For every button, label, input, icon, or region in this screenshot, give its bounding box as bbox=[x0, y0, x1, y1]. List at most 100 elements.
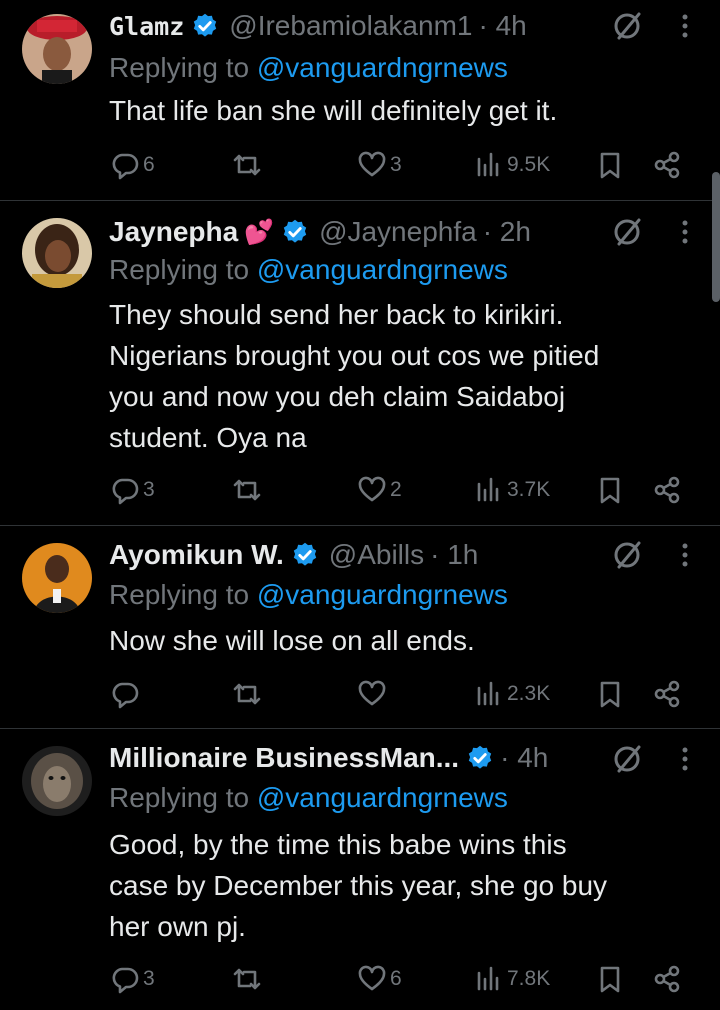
views-button[interactable]: 7.8K bbox=[474, 959, 550, 999]
avatar[interactable] bbox=[22, 218, 92, 288]
like-icon bbox=[358, 151, 386, 177]
replying-to: Replying to @vanguardngrnews bbox=[109, 782, 508, 814]
display-name[interactable]: Jaynepha bbox=[109, 216, 238, 248]
bookmark-button[interactable] bbox=[595, 959, 625, 999]
grok-icon[interactable] bbox=[611, 215, 645, 249]
mention-link[interactable]: @vanguardngrnews bbox=[257, 782, 508, 813]
tweet-text: Good, by the time this babe wins this ca… bbox=[109, 829, 608, 942]
action-bar: 2.3K bbox=[0, 674, 720, 714]
retweet-icon bbox=[233, 154, 261, 176]
like-button[interactable]: 3 bbox=[357, 145, 402, 185]
reply-button[interactable]: 3 bbox=[110, 470, 155, 510]
mention-link[interactable]: @vanguardngrnews bbox=[257, 52, 508, 83]
reply-icon bbox=[112, 478, 139, 505]
retweet-icon bbox=[233, 683, 261, 705]
tweet-header: Jaynepha 💕 @Jaynephfa · 2h bbox=[109, 214, 531, 250]
reply-icon bbox=[112, 682, 139, 709]
reply-count: 3 bbox=[143, 967, 155, 990]
reply-button[interactable]: 6 bbox=[110, 145, 155, 185]
replying-label: Replying to bbox=[109, 782, 250, 813]
tweet-text: They should send her back to kirikiri. N… bbox=[109, 299, 600, 453]
grok-icon[interactable] bbox=[611, 742, 645, 776]
views-count: 3.7K bbox=[507, 478, 551, 501]
tweet-text: That life ban she will definitely get it… bbox=[109, 95, 558, 126]
timestamp[interactable]: · 4h bbox=[500, 742, 548, 774]
bookmark-button[interactable] bbox=[595, 674, 625, 714]
tweet[interactable]: Ayomikun W. @Abills · 1h Replying to @va… bbox=[0, 525, 720, 728]
avatar[interactable] bbox=[22, 543, 92, 613]
tweet-header: Glamz @Irebamiolakanm1 · 4h bbox=[109, 8, 527, 44]
handle[interactable]: @Irebamiolakanm1 bbox=[229, 10, 472, 42]
views-icon bbox=[477, 681, 499, 706]
retweet-icon bbox=[233, 479, 261, 501]
replying-label: Replying to bbox=[109, 254, 250, 285]
two-hearts-icon: 💕 bbox=[244, 218, 275, 246]
reply-icon bbox=[112, 153, 139, 180]
bookmark-button[interactable] bbox=[595, 145, 625, 185]
timestamp[interactable]: · 4h bbox=[478, 10, 526, 42]
like-button[interactable] bbox=[357, 674, 390, 714]
bookmark-icon bbox=[600, 966, 620, 993]
like-button[interactable]: 2 bbox=[357, 470, 402, 510]
handle[interactable]: @Jaynephfa bbox=[319, 216, 477, 248]
retweet-button[interactable] bbox=[232, 959, 265, 999]
retweet-button[interactable] bbox=[232, 674, 265, 714]
avatar[interactable] bbox=[22, 746, 92, 816]
tweet-header: Ayomikun W. @Abills · 1h bbox=[109, 537, 478, 573]
tweet[interactable]: Millionaire BusinessMan... · 4h Replying… bbox=[0, 728, 720, 1010]
tweet-text: Now she will lose on all ends. bbox=[109, 625, 475, 656]
replying-to: Replying to @vanguardngrnews bbox=[109, 52, 508, 84]
like-button[interactable]: 6 bbox=[357, 959, 402, 999]
like-icon bbox=[358, 680, 386, 706]
scrollbar[interactable] bbox=[712, 172, 720, 302]
views-count: 7.8K bbox=[507, 967, 551, 990]
action-bar: 6 3 9.5K bbox=[0, 145, 720, 185]
more-icon[interactable] bbox=[672, 742, 698, 776]
action-bar: 3 6 7.8K bbox=[0, 959, 720, 999]
display-name[interactable]: Millionaire BusinessMan... bbox=[109, 742, 459, 774]
retweet-button[interactable] bbox=[232, 470, 265, 510]
share-button[interactable] bbox=[652, 470, 682, 510]
display-name[interactable]: Ayomikun W. bbox=[109, 539, 284, 571]
share-button[interactable] bbox=[652, 959, 682, 999]
share-icon bbox=[654, 680, 680, 708]
views-count: 9.5K bbox=[507, 153, 551, 176]
mention-link[interactable]: @vanguardngrnews bbox=[257, 254, 508, 285]
views-button[interactable]: 2.3K bbox=[474, 674, 550, 714]
reply-count: 6 bbox=[143, 153, 155, 176]
more-icon[interactable] bbox=[672, 9, 698, 43]
mention-link[interactable]: @vanguardngrnews bbox=[257, 579, 508, 610]
reply-button[interactable] bbox=[110, 674, 143, 714]
views-icon bbox=[477, 477, 499, 502]
like-icon bbox=[358, 476, 386, 502]
views-button[interactable]: 9.5K bbox=[474, 145, 550, 185]
more-icon[interactable] bbox=[672, 538, 698, 572]
views-button[interactable]: 3.7K bbox=[474, 470, 550, 510]
like-count: 6 bbox=[390, 967, 402, 990]
tweet[interactable]: Glamz @Irebamiolakanm1 · 4h Replying to … bbox=[0, 0, 720, 200]
bookmark-button[interactable] bbox=[595, 470, 625, 510]
timestamp[interactable]: · 2h bbox=[483, 216, 531, 248]
verified-badge-icon bbox=[191, 12, 219, 40]
share-icon bbox=[654, 151, 680, 179]
handle[interactable]: @Abills bbox=[329, 539, 424, 571]
replying-label: Replying to bbox=[109, 52, 250, 83]
reply-button[interactable]: 3 bbox=[110, 959, 155, 999]
display-name[interactable]: Glamz bbox=[109, 12, 184, 41]
retweet-icon bbox=[233, 968, 261, 990]
retweet-button[interactable] bbox=[232, 145, 265, 185]
bookmark-icon bbox=[600, 152, 620, 179]
share-icon bbox=[654, 965, 680, 993]
tweet[interactable]: Jaynepha 💕 @Jaynephfa · 2h Replying to @… bbox=[0, 200, 720, 525]
grok-icon[interactable] bbox=[611, 9, 645, 43]
share-button[interactable] bbox=[652, 674, 682, 714]
grok-icon[interactable] bbox=[611, 538, 645, 572]
tweet-header: Millionaire BusinessMan... · 4h bbox=[109, 740, 548, 776]
more-icon[interactable] bbox=[672, 215, 698, 249]
views-count: 2.3K bbox=[507, 682, 551, 705]
timestamp[interactable]: · 1h bbox=[430, 539, 478, 571]
share-button[interactable] bbox=[652, 145, 682, 185]
verified-badge-icon bbox=[291, 541, 319, 569]
avatar[interactable] bbox=[22, 14, 92, 84]
action-bar: 3 2 3.7K bbox=[0, 470, 720, 510]
